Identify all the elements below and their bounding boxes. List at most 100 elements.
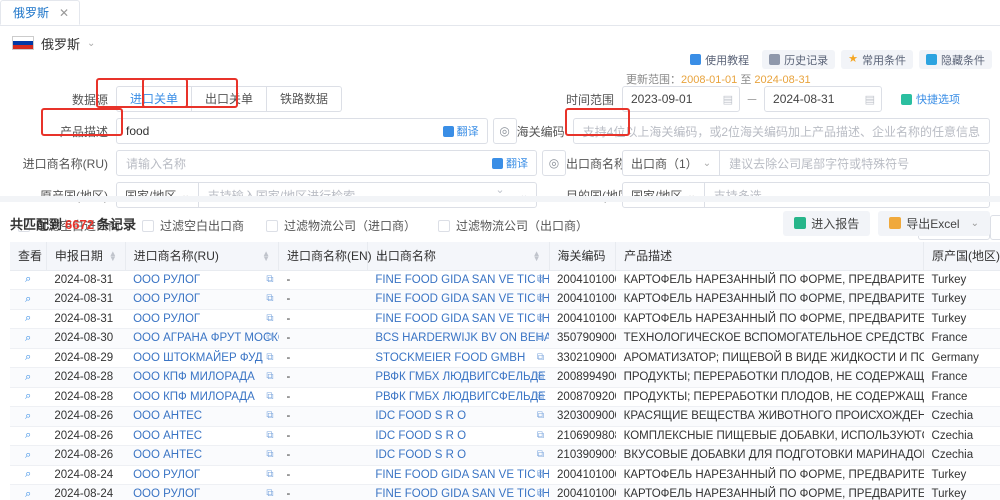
search-icon[interactable]: ⌕ — [25, 390, 31, 402]
importer-advanced-button[interactable]: ◎ — [542, 150, 566, 176]
row-exporter[interactable]: FINE FOOD GIDA SAN VE TIC IHR ITH A S⧉ — [367, 309, 550, 329]
column-header-importer-ru[interactable]: 进口商名称(RU) ▲ ▼ — [125, 242, 280, 271]
search-icon[interactable]: ⌕ — [25, 371, 31, 383]
copy-icon[interactable]: ⧉ — [537, 371, 544, 382]
row-importer-ru[interactable]: ООО РУЛОГ ⧉ — [125, 484, 279, 500]
row-importer-ru[interactable]: ООО КПФ МИЛОРАДА ⧉ — [125, 387, 279, 407]
table-row[interactable]: ⌕ 2024-08-31 ООО РУЛОГ ⧉ - FINE FOOD GIDA SAN… — [10, 270, 1000, 290]
copy-icon[interactable]: ⧉ — [266, 332, 273, 343]
table-row[interactable]: ⌕ 2024-08-31 ООО РУЛОГ ⧉ - FINE FOOD GIDA SAN… — [10, 289, 1000, 310]
table-row[interactable]: ⌕ 2024-08-26 ООО АНТЕС ⧉ - IDC FOOD S R O ⧉ 210… — [10, 445, 1000, 466]
sort-icon[interactable]: ▲ ▼ — [533, 249, 541, 262]
search-icon[interactable]: ⌕ — [25, 312, 31, 324]
copy-icon[interactable]: ⧉ — [537, 430, 544, 441]
row-importer-ru[interactable]: ООО ШТОКМАЙЕР ФУД ⧉ — [125, 348, 279, 368]
quick-option-button[interactable]: 快捷选项 — [894, 90, 967, 109]
history-button[interactable]: 历史记录 — [762, 50, 836, 69]
row-exporter[interactable]: РВФК ГМБХ ЛЮДВИГСФЕЛЬДЕ ГЕРМАН⧉ — [367, 387, 550, 407]
enter-report-button[interactable]: 进入报告 — [783, 210, 871, 236]
exporter-name-input[interactable]: 出口商（1） ⌄ 建议去除公司尾部字符或特殊符号 — [622, 150, 990, 176]
table-row[interactable]: ⌕ 2024-08-30ООО АГРАНА ФРУТ МОСКОВСКИЙ РЕ… — [10, 328, 1000, 349]
row-exporter[interactable]: IDC FOOD S R O ⧉ — [367, 445, 550, 466]
copy-icon[interactable]: ⧉ — [266, 274, 273, 285]
search-icon[interactable]: ⌕ — [25, 468, 31, 480]
copy-icon[interactable]: ⧉ — [266, 391, 273, 402]
search-icon[interactable]: ⌕ — [25, 449, 31, 461]
translate-button[interactable]: 翻译 — [435, 123, 487, 139]
row-importer-ru[interactable]: ООО АНТЕС ⧉ — [125, 445, 279, 466]
chevron-down-icon[interactable]: ⌄ — [87, 38, 95, 49]
row-view-cell[interactable]: ⌕ — [10, 289, 47, 310]
table-row[interactable]: ⌕ 2024-08-24 ООО РУЛОГ ⧉ - FINE FOOD GIDA SAN… — [10, 484, 1000, 500]
row-view-cell[interactable]: ⌕ — [10, 445, 47, 466]
row-exporter[interactable]: IDC FOOD S R O ⧉ — [367, 406, 550, 427]
source-tab-export[interactable]: 出口关单 — [192, 86, 268, 112]
translate-button[interactable]: 翻译 — [484, 155, 536, 171]
row-exporter[interactable]: IDC FOOD S R O ⧉ — [367, 426, 550, 446]
row-view-cell[interactable]: ⌕ — [10, 484, 47, 500]
table-row[interactable]: ⌕ 2024-08-28 ООО КПФ МИЛОРАДА ⧉ - РВФК ГМБХ Л… — [10, 387, 1000, 407]
row-exporter[interactable]: STOCKMEIER FOOD GMBH ⧉ — [367, 348, 550, 368]
source-tab-railway[interactable]: 铁路数据 — [267, 86, 343, 112]
row-importer-ru[interactable]: ООО КПФ МИЛОРАДА ⧉ — [125, 367, 279, 388]
copy-icon[interactable]: ⧉ — [266, 371, 273, 382]
sort-icon[interactable]: ▲ ▼ — [262, 249, 270, 262]
copy-icon[interactable]: ⧉ — [266, 430, 273, 441]
column-header-exporter[interactable]: 出口商名称 ▲ ▼ — [367, 242, 550, 271]
row-exporter[interactable]: FINE FOOD GIDA SAN VE TIC IHR ITH A S⧉ — [367, 484, 550, 500]
copy-icon[interactable]: ⧉ — [266, 352, 273, 363]
row-importer-ru[interactable]: ООО АНТЕС ⧉ — [125, 426, 279, 446]
calendar-icon[interactable]: ▤ — [723, 93, 733, 106]
column-header-date[interactable]: 申报日期 ▲ ▼ — [46, 242, 126, 271]
row-view-cell[interactable]: ⌕ — [10, 387, 47, 407]
row-importer-ru[interactable]: ООО РУЛОГ ⧉ — [125, 309, 279, 329]
row-view-cell[interactable]: ⌕ — [10, 367, 47, 388]
row-exporter[interactable]: BCS HARDERWIJK BV ON BEHALF OF AG⧉ — [367, 328, 550, 349]
copy-icon[interactable]: ⧉ — [266, 488, 273, 499]
table-row[interactable]: ⌕ 2024-08-31 ООО РУЛОГ ⧉ - FINE FOOD GIDA SAN… — [10, 309, 1000, 329]
importer-name-input[interactable]: 请输入名称 翻译 — [116, 150, 537, 176]
copy-icon[interactable]: ⧉ — [266, 410, 273, 421]
product-desc-input[interactable]: food 翻译 — [116, 118, 488, 144]
copy-icon[interactable]: ⧉ — [537, 410, 544, 421]
copy-icon[interactable]: ⧉ — [266, 469, 273, 480]
search-icon[interactable]: ⌕ — [25, 410, 31, 422]
copy-icon[interactable]: ⧉ — [266, 313, 273, 324]
copy-icon[interactable]: ⧉ — [537, 352, 544, 363]
hs-code-input[interactable]: 支持4位以上海关编码，或2位海关编码加上产品描述、企业名称的任意信息 — [572, 118, 990, 144]
column-header-importer-en[interactable]: 进口商名称(EN) ▲ ▼ — [278, 242, 386, 271]
search-icon[interactable]: ⌕ — [25, 429, 31, 441]
export-excel-button[interactable]: 导出Excel ⌄ — [878, 210, 990, 236]
search-icon[interactable]: ⌕ — [25, 273, 31, 285]
chevron-down-icon[interactable]: ⌄ — [965, 218, 979, 229]
copy-icon[interactable]: ⧉ — [537, 274, 544, 285]
exporter-type-select[interactable]: 出口商（1） ⌄ — [623, 151, 721, 175]
copy-icon[interactable]: ⧉ — [266, 449, 273, 460]
hide-conditions-button[interactable]: 隐藏条件 — [919, 50, 992, 69]
row-importer-ru[interactable]: ООО АНТЕС ⧉ — [125, 406, 279, 427]
search-icon[interactable]: ⌕ — [25, 332, 31, 344]
page-tab-russia[interactable]: 俄罗斯 ✕ — [0, 0, 81, 25]
row-view-cell[interactable]: ⌕ — [10, 465, 47, 485]
row-exporter[interactable]: FINE FOOD GIDA SAN VE TIC IHR ITH A S⧉ — [367, 289, 550, 310]
results-table-container[interactable]: 查看 申报日期 ▲ ▼ 进口商名称(RU) ▲ ▼ 进口商名称(EN) ▲ ▼ 出口商名称 ▲… — [10, 242, 1000, 500]
search-icon[interactable]: ⌕ — [25, 293, 31, 305]
collapse-panel-handle[interactable]: ⌄ — [0, 182, 1000, 196]
row-view-cell[interactable]: ⌕ — [10, 348, 47, 368]
favorites-button[interactable]: ★ 常用条件 — [841, 50, 913, 69]
search-icon[interactable]: ⌕ — [25, 488, 31, 500]
copy-icon[interactable]: ⧉ — [537, 313, 544, 324]
copy-icon[interactable]: ⧉ — [537, 293, 544, 304]
table-row[interactable]: ⌕ 2024-08-29 ООО ШТОКМАЙЕР ФУД ⧉ - STOCKMEIER… — [10, 348, 1000, 368]
table-row[interactable]: ⌕ 2024-08-26 ООО АНТЕС ⧉ - IDC FOOD S R O ⧉ 210… — [10, 426, 1000, 446]
copy-icon[interactable]: ⧉ — [537, 332, 544, 343]
date-from-input[interactable]: 2023-09-01 ▤ — [622, 86, 740, 112]
row-exporter[interactable]: FINE FOOD GIDA SAN VE TIC IHR ITH A S⧉ — [367, 270, 550, 290]
row-view-cell[interactable]: ⌕ — [10, 309, 47, 329]
row-view-cell[interactable]: ⌕ — [10, 426, 47, 446]
tutorial-button[interactable]: 使用教程 — [683, 50, 756, 69]
copy-icon[interactable]: ⧉ — [537, 488, 544, 499]
table-row[interactable]: ⌕ 2024-08-26 ООО АНТЕС ⧉ - IDC FOOD S R O ⧉ 320… — [10, 406, 1000, 427]
close-icon[interactable]: ✕ — [59, 7, 69, 19]
copy-icon[interactable]: ⧉ — [537, 391, 544, 402]
